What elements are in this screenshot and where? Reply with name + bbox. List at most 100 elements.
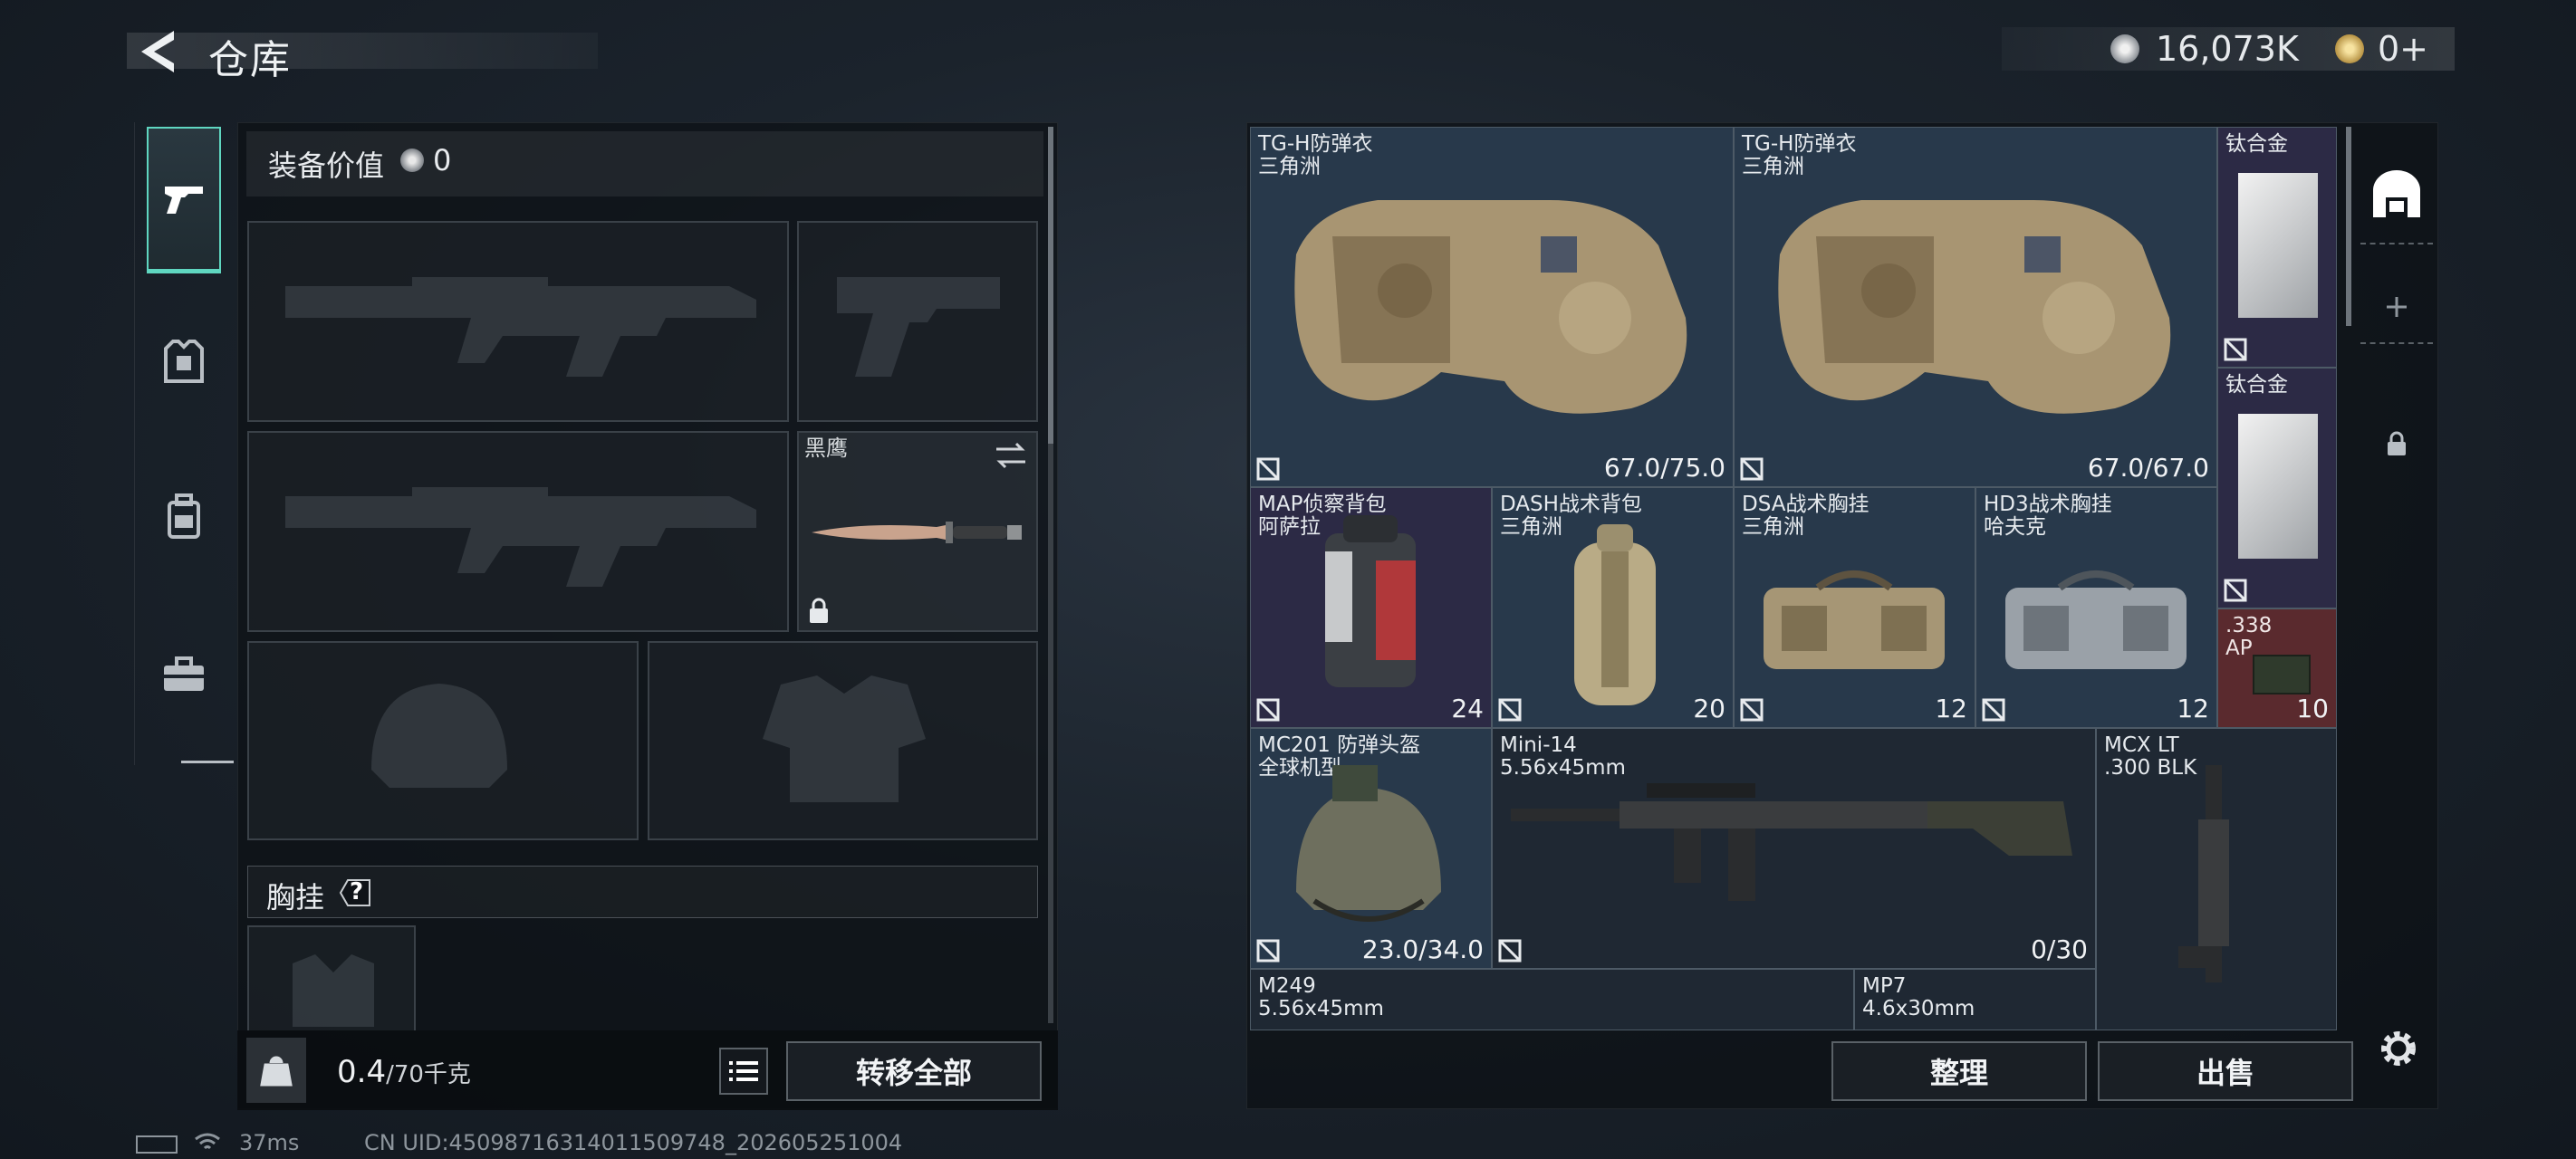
lock-icon: [810, 598, 828, 623]
stash-tab-storage[interactable]: [2360, 145, 2433, 244]
stash-grid: TG-H防弹衣 三角洲 67.0/75.0 TG-H防弹衣 三角洲 67.0/67.…: [1250, 127, 2337, 1030]
stash-scrollbar[interactable]: [2346, 127, 2351, 326]
plus-icon: [2387, 297, 2407, 317]
sort-button[interactable]: 整理: [1831, 1041, 2087, 1101]
nav-item-armor[interactable]: [147, 326, 221, 398]
melee-slot[interactable]: 黑鹰: [797, 431, 1038, 632]
stash-item[interactable]: MC201 防弹头盔 全球机型 23.0/34.0: [1250, 728, 1492, 969]
item-name: 钛合金: [2225, 373, 2288, 397]
list-view-button[interactable]: [719, 1048, 768, 1095]
nav-item-weapons[interactable]: [147, 127, 221, 273]
weight-max: /70千克: [386, 1061, 471, 1088]
rifle-item-icon: [2178, 765, 2229, 982]
gold-coin-icon: [2335, 34, 2364, 63]
item-name: TG-H防弹衣 三角洲: [1742, 132, 1857, 178]
duffel-bag-icon: [1574, 524, 1656, 705]
header-bar: [127, 33, 598, 69]
locked-stash-tab[interactable]: [2360, 407, 2433, 480]
stash-item[interactable]: MP7 4.6x30mm: [1854, 969, 2096, 1030]
gold-amount[interactable]: 0+: [2378, 29, 2428, 69]
ammo-box-icon: [2253, 655, 2311, 694]
chest-rig-item-icon: [1764, 570, 1945, 669]
pistol-icon: [165, 186, 203, 214]
silver-coin-icon: [2110, 34, 2139, 63]
nav-item-case[interactable]: [147, 638, 221, 711]
body-armor-icon: [1778, 200, 2171, 414]
settings-button[interactable]: [2371, 1021, 2426, 1076]
gear-icon: [2381, 1031, 2416, 1066]
rifle-silhouette-icon: [285, 487, 756, 587]
list-icon: [729, 1061, 758, 1081]
stash-item[interactable]: M249 5.56x45mm: [1250, 969, 1854, 1030]
item-capacity: 12: [2177, 694, 2209, 723]
not-bound-icon: [1498, 939, 1522, 963]
backpack-item-icon: [1325, 515, 1416, 687]
value-coin-icon: [400, 148, 424, 172]
item-capacity: 20: [1693, 694, 1725, 723]
item-name: M249 5.56x45mm: [1258, 974, 1384, 1020]
stash-item[interactable]: .338 AP 10: [2217, 608, 2337, 728]
sell-button[interactable]: 出售: [2098, 1041, 2353, 1101]
add-stash-button[interactable]: [2360, 272, 2433, 344]
not-bound-icon: [1256, 698, 1280, 722]
stash-item[interactable]: MCX LT .300 BLK: [2096, 728, 2337, 1030]
not-bound-icon: [2224, 338, 2247, 361]
help-glyph: ?: [350, 878, 364, 905]
equipment-scrollbar[interactable]: [1048, 127, 1053, 444]
not-bound-icon: [1982, 698, 2005, 722]
helmet-item-icon: [1296, 765, 1441, 922]
item-name: MP7 4.6x30mm: [1862, 974, 1975, 1020]
equipment-value: 0: [433, 143, 452, 177]
stash-item[interactable]: TG-H防弹衣 三角洲 67.0/67.0: [1734, 127, 2217, 487]
stash-item[interactable]: DASH战术背包 三角洲 20: [1492, 487, 1734, 728]
stash-item[interactable]: Mini-14 5.56x45mm 0/30: [1492, 728, 2096, 969]
chest-rig-help-button[interactable]: ?: [337, 876, 373, 909]
item-capacity: 24: [1451, 694, 1484, 723]
stash-item[interactable]: TG-H防弹衣 三角洲 67.0/75.0: [1250, 127, 1734, 487]
not-bound-icon: [1740, 457, 1764, 481]
not-bound-icon: [1498, 698, 1522, 722]
nav-item-backpack[interactable]: [147, 480, 221, 552]
rifle-silhouette-icon: [285, 277, 756, 377]
stash-item[interactable]: HD3战术胸挂 哈夫克 12: [1975, 487, 2217, 728]
nav-divider: [181, 761, 234, 763]
rig-silhouette-icon: [293, 954, 374, 1027]
helmet-slot[interactable]: [247, 641, 639, 840]
item-capacity: 12: [1935, 694, 1967, 723]
stash-item[interactable]: DSA战术胸挂 三角洲 12: [1734, 487, 1975, 728]
backpack-icon: [168, 493, 200, 539]
equipment-value-label: 装备价值: [268, 148, 385, 183]
battery-icon: [136, 1135, 178, 1154]
equipment-scroll-track: [1048, 444, 1053, 1023]
stash-item[interactable]: 钛合金: [2217, 368, 2337, 608]
page-title: 仓库: [208, 37, 292, 83]
transfer-all-button[interactable]: 转移全部: [786, 1041, 1042, 1101]
not-bound-icon: [1256, 457, 1280, 481]
sidearm-slot[interactable]: [797, 221, 1038, 422]
swap-icon[interactable]: [993, 440, 1029, 471]
chest-rig-label: 胸挂: [266, 880, 325, 915]
item-name: DSA战术胸挂 三角洲: [1742, 493, 1870, 539]
body-armor-slot[interactable]: [648, 641, 1038, 840]
item-name: HD3战术胸挂 哈夫克: [1984, 493, 2112, 539]
item-name: 钛合金: [2225, 132, 2288, 156]
lock-icon: [2388, 431, 2406, 455]
briefcase-icon: [164, 656, 204, 691]
chest-rig-slot[interactable]: [247, 925, 416, 1030]
uid-readout: CN UID:4509871631401150974​8_20260525100…: [364, 1130, 903, 1155]
back-arrow-icon: [141, 31, 174, 72]
silver-amount: 16,073K: [2156, 29, 2299, 69]
ping-readout: 37ms: [239, 1130, 300, 1155]
wifi-icon: [194, 1132, 221, 1154]
titanium-plate-icon: [2238, 173, 2318, 318]
secondary-weapon-slot[interactable]: [247, 431, 789, 632]
not-bound-icon: [2224, 579, 2247, 602]
stash-item[interactable]: MAP侦察背包 阿萨拉 24: [1250, 487, 1492, 728]
back-button[interactable]: [134, 27, 179, 76]
weight-value: 0.4: [337, 1054, 387, 1090]
primary-weapon-slot[interactable]: [247, 221, 789, 422]
item-durability: 23.0/34.0: [1361, 934, 1484, 964]
item-name: .338 AP: [2225, 614, 2273, 660]
stash-item[interactable]: 钛合金: [2217, 127, 2337, 368]
melee-name: 黑鹰: [804, 436, 848, 461]
